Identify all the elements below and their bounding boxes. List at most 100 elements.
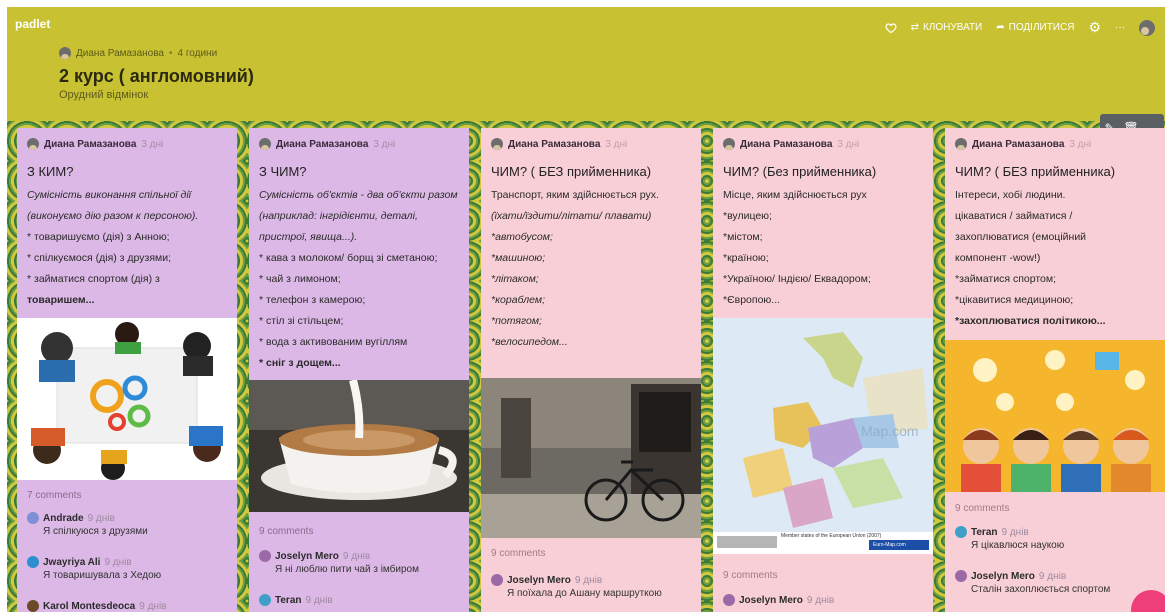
avatar — [723, 594, 735, 606]
comment: Joselyn Mero 9 днів Я поїхала до Ашану ма… — [491, 574, 662, 599]
comment-text: Я цікавлюся наукою — [971, 540, 1065, 551]
teamwork-illustration[interactable] — [17, 318, 237, 480]
author-name[interactable]: Диана Рамазанова — [76, 48, 164, 59]
post-line: пристрої, явища...). — [259, 231, 358, 243]
post-line: *Європою... — [723, 294, 781, 306]
coffee-photo[interactable] — [249, 380, 469, 512]
post-line: * сніг з дощем... — [259, 357, 341, 369]
post-line: * товаришуємо (дія) з Анною; — [27, 231, 170, 243]
post-line: * телефон з камерою; — [259, 294, 366, 306]
clone-icon: ⇄ — [910, 22, 919, 33]
globe-icon — [27, 512, 39, 524]
avatar — [955, 138, 967, 150]
post-line: (наприклад: інгрідієнти, деталі, — [259, 210, 418, 222]
share-label: ПОДІЛИТИСЯ — [1008, 22, 1075, 33]
comment: Joselyn Mero 9 днів Сталін захоплюється с… — [955, 570, 1110, 595]
comments-count[interactable]: 9 comments — [259, 526, 313, 537]
board-subtitle: Орудний відмінок — [59, 89, 149, 101]
post-line: *займатися спортом; — [955, 273, 1057, 285]
clone-label: КЛОНУВАТИ — [922, 22, 983, 33]
post-line: *Україною/ Індією/ Еквадором; — [723, 273, 871, 285]
post-line: *містом; — [723, 231, 763, 243]
post-author-name[interactable]: Диана Рамазанова — [44, 139, 136, 150]
comment-text: Сталін захоплюється спортом — [971, 584, 1111, 595]
comment: Teran 9 днів Я цікавлюся наукою — [955, 526, 1064, 551]
post-title: ЧИМ? ( БЕЗ прийменника) — [955, 164, 1116, 179]
avatar — [491, 574, 503, 586]
post-author: Диана Рамазанова 3 дні — [713, 128, 933, 150]
commenter-name: Joselyn Mero — [275, 550, 339, 562]
comment-time: 9 днів — [139, 600, 167, 612]
post-card[interactable]: Диана Рамазанова 3 дні ЧИМ? ( БЕЗ прийме… — [481, 128, 701, 612]
comments-count[interactable]: 9 comments — [723, 570, 777, 581]
comment-text: Я ні люблю пити чай з імбиром — [275, 564, 419, 575]
clone-button[interactable]: ⇄ КЛОНУВАТИ — [911, 22, 983, 33]
settings-button[interactable]: ⚙ — [1088, 19, 1101, 36]
post-line: *потягом; — [491, 315, 542, 327]
post-line: *захоплюватися політикою... — [955, 315, 1106, 327]
post-line: *цікавитися медициною; — [955, 294, 1074, 306]
post-author: Диана Рамазанова 3 дні — [17, 128, 237, 150]
ellipsis-icon: ··· — [1115, 22, 1125, 33]
author-separator: • — [169, 47, 173, 59]
post-body: Місце, яким здійснюється рух *вулицею; *… — [713, 185, 933, 311]
add-post-button[interactable] — [1131, 590, 1165, 612]
padlet-logo[interactable]: padlet — [15, 17, 50, 31]
post-line: *автобусом; — [491, 231, 553, 243]
post-author-name[interactable]: Диана Рамазанова — [972, 139, 1064, 150]
post-line: *кораблем; — [491, 294, 545, 306]
europe-map[interactable]: Map.com Member states of the European Un… — [713, 318, 933, 554]
post-line: * вода з активованим вугіллям — [259, 336, 408, 348]
map-caption: Member states of the European Union (200… — [781, 533, 882, 539]
post-author: Диана Рамазанова 3 дні — [481, 128, 701, 150]
comment-time: 9 днів — [104, 556, 132, 568]
post-line: * чай з лимоном; — [259, 273, 341, 285]
bicycle-photo[interactable] — [481, 378, 701, 538]
comments-count[interactable]: 9 comments — [491, 548, 545, 559]
post-author: Диана Рамазанова 3 дні — [249, 128, 469, 150]
post-card[interactable]: Диана Рамазанова 3 дні ЧИМ? (Без приймен… — [713, 128, 933, 612]
comment-text: Я товаришувала з Хедою — [43, 570, 162, 581]
post-author-name[interactable]: Диана Рамазанова — [276, 139, 368, 150]
post-body: Транспорт, яким здійснюється рух. (їхати… — [481, 185, 701, 353]
post-line: *вулицею; — [723, 210, 772, 222]
post-time: 3 дні — [837, 138, 860, 150]
avatar — [27, 556, 39, 568]
post-line: товаришем... — [27, 294, 95, 306]
post-card[interactable]: Диана Рамазанова 3 дні З ЧИМ? Сумісність… — [249, 128, 469, 612]
more-button[interactable]: ··· — [1115, 22, 1125, 33]
post-line: * кава з молоком/ борщ зі сметаною; — [259, 252, 438, 264]
post-line: захоплюватися (емоційний — [955, 231, 1087, 243]
post-line: компонент -wow!) — [955, 252, 1041, 264]
share-button[interactable]: ➦ ПОДІЛИТИСЯ — [996, 22, 1074, 33]
post-author-name[interactable]: Диана Рамазанова — [508, 139, 600, 150]
post-author: Диана Рамазанова 3 дні — [945, 128, 1165, 150]
avatar — [955, 570, 967, 582]
avatar — [491, 138, 503, 150]
comment-time: 9 днів — [342, 550, 371, 562]
hobbies-illustration[interactable] — [945, 340, 1165, 492]
avatar — [723, 138, 735, 150]
avatar — [27, 138, 39, 150]
header-actions: ⇄ КЛОНУВАТИ ➦ ПОДІЛИТИСЯ ⚙ ··· — [885, 19, 1155, 36]
commenter-name: Joselyn Mero — [971, 570, 1035, 582]
comment: Teran 9 днів — [259, 594, 333, 606]
post-line: * займатися спортом (дія) з — [27, 273, 160, 285]
commenter-name: Andrade — [43, 512, 84, 524]
comment: Karol Montesdeoca 9 днів — [27, 600, 166, 612]
user-avatar[interactable] — [1139, 19, 1155, 36]
post-card[interactable]: Диана Рамазанова 3 дні ЧИМ? ( БЕЗ прийме… — [945, 128, 1165, 612]
comments-count[interactable]: 9 comments — [955, 503, 1009, 514]
comments-count[interactable]: 7 comments — [27, 490, 81, 501]
map-graphic: Map.com — [713, 318, 933, 554]
like-button[interactable] — [885, 22, 897, 34]
comment: Andrade 9 днів Я спілкуюся з друзями — [27, 512, 148, 537]
post-author-name[interactable]: Диана Рамазанова — [740, 139, 832, 150]
comment-text: Я поїхала до Ашану маршруткою — [507, 588, 662, 599]
commenter-name: Karol Montesdeoca — [43, 600, 136, 612]
avatar — [259, 594, 271, 606]
post-card[interactable]: Диана Рамазанова 3 дні З КИМ? Сумісність… — [17, 128, 237, 612]
comment-time: 9 днів — [806, 594, 835, 606]
author-time: 4 години — [177, 47, 218, 59]
commenter-name: Teran — [971, 526, 998, 538]
